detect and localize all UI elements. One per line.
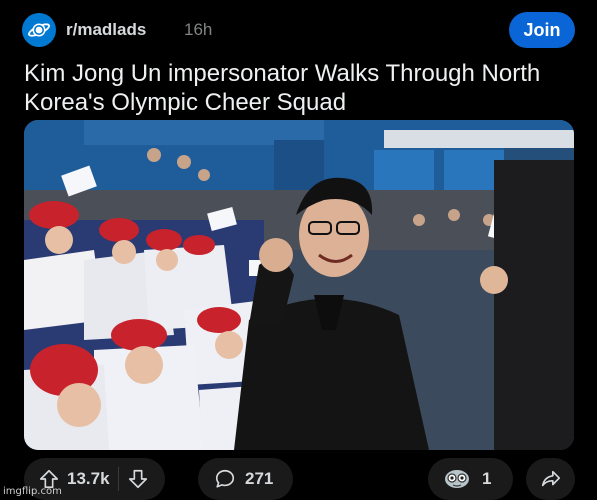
speech-bubble-icon — [214, 468, 236, 490]
share-icon — [540, 468, 562, 490]
award-icon — [444, 468, 470, 490]
post-actions: 13.7k 271 1 — [24, 458, 575, 500]
vote-divider — [117, 467, 119, 491]
subreddit-name[interactable]: r/madlads — [66, 20, 146, 40]
comment-count: 271 — [245, 469, 274, 488]
join-button[interactable]: Join — [509, 12, 575, 48]
post-timestamp: 16h — [184, 20, 213, 39]
upvote-count: 13.7k — [67, 469, 110, 488]
share-button[interactable] — [526, 458, 575, 500]
award-button[interactable]: 1 — [428, 458, 514, 500]
arrow-down-icon[interactable] — [127, 468, 149, 490]
post-image[interactable] — [24, 120, 574, 450]
subreddit-avatar[interactable] — [22, 13, 56, 47]
imgflip-watermark: imgflip.com — [3, 486, 62, 497]
comments-button[interactable]: 271 — [198, 458, 294, 500]
post-header: r/madlads 16h Join — [22, 12, 575, 48]
planet-icon — [27, 18, 51, 42]
award-count: 1 — [482, 469, 492, 488]
post-title[interactable]: Kim Jong Un impersonator Walks Through N… — [24, 59, 574, 117]
